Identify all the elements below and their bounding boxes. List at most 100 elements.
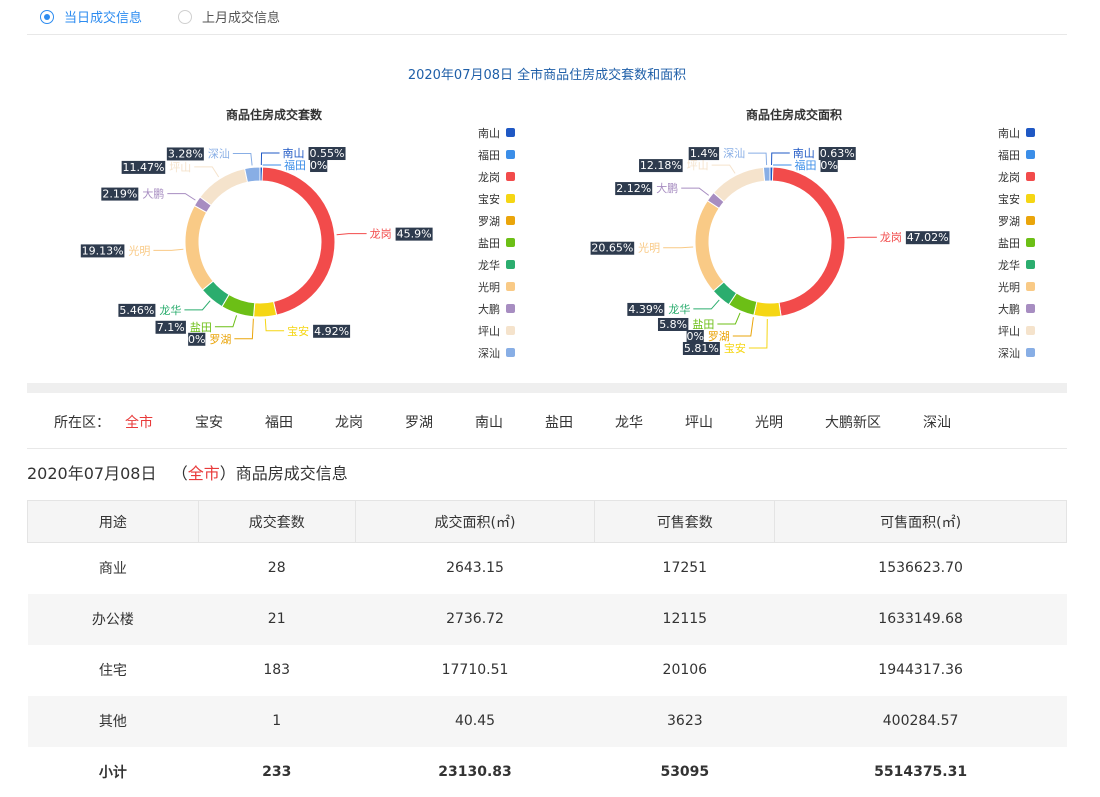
district-item-all[interactable]: 全市 bbox=[125, 412, 153, 432]
chart-title: 商品住房成交套数 bbox=[226, 107, 323, 122]
tab-last-month[interactable]: 上月成交信息 bbox=[178, 7, 280, 26]
legend-label: 宝安 bbox=[998, 192, 1020, 206]
district-item-yantian[interactable]: 盐田 bbox=[545, 412, 573, 432]
leader-line bbox=[711, 164, 736, 174]
district-item-shenshan[interactable]: 深汕 bbox=[923, 412, 951, 432]
table-cell: 其他 bbox=[27, 695, 199, 747]
slice-name-label: 罗湖 bbox=[708, 330, 730, 343]
legend-label: 罗湖 bbox=[998, 215, 1020, 228]
legend-swatch bbox=[1026, 150, 1035, 159]
slice-name-label: 大鹏 bbox=[656, 181, 678, 195]
pie-slice bbox=[771, 166, 846, 317]
legend-swatch bbox=[506, 304, 515, 313]
table-cell: 28 bbox=[267, 560, 286, 577]
legend-label: 福田 bbox=[478, 148, 500, 162]
table-cell: 1944317.36 bbox=[878, 662, 963, 678]
slice-name-label: 宝安 bbox=[724, 341, 746, 355]
table-cell: 小计 bbox=[98, 765, 127, 781]
radio-unchecked-icon bbox=[178, 9, 192, 24]
legend-swatch bbox=[1026, 238, 1035, 247]
legend-label: 罗湖 bbox=[478, 215, 500, 228]
legend-swatch bbox=[506, 326, 515, 335]
legend-label: 宝安 bbox=[478, 192, 500, 206]
info-open-paren: （ bbox=[171, 464, 188, 483]
table-cell: 400284.57 bbox=[774, 695, 1067, 747]
slice-name-label: 深汕 bbox=[723, 147, 745, 160]
slice-name-label: 盐田 bbox=[692, 318, 714, 331]
table-cell: 1 bbox=[198, 695, 356, 747]
col-header-deal-count: 成交套数 bbox=[197, 500, 356, 543]
legend-label: 光明 bbox=[478, 280, 500, 294]
legend-swatch bbox=[1026, 260, 1035, 269]
district-item-baoan[interactable]: 宝安 bbox=[195, 412, 223, 432]
legend-swatch bbox=[1026, 282, 1035, 291]
legend-swatch bbox=[506, 260, 515, 269]
table-cell: 商业 bbox=[98, 561, 127, 578]
pie-slice bbox=[199, 167, 249, 207]
district-item-luohu[interactable]: 罗湖 bbox=[405, 412, 433, 432]
legend-swatch bbox=[1026, 128, 1035, 137]
slice-value-label: 1.4% bbox=[690, 147, 718, 160]
pie-slice bbox=[753, 300, 782, 318]
district-item-guangming[interactable]: 光明 bbox=[755, 412, 783, 432]
pie-slice bbox=[762, 166, 771, 182]
legend-label: 龙岗 bbox=[478, 171, 500, 184]
section-divider bbox=[27, 383, 1067, 393]
table-row: 住宅 183 17710.51 20106 1944317.36 bbox=[28, 645, 1067, 696]
leader-line bbox=[336, 233, 367, 236]
district-item-nanshan[interactable]: 南山 bbox=[475, 412, 503, 432]
district-item-futian[interactable]: 福田 bbox=[265, 412, 293, 432]
slice-name-label: 大鹏 bbox=[142, 187, 164, 201]
pie-slice bbox=[712, 166, 766, 203]
table-cell: 21 bbox=[198, 593, 356, 645]
leader-line bbox=[234, 318, 254, 340]
slice-value-label: 4.92% bbox=[314, 325, 349, 338]
legend-label: 南山 bbox=[998, 127, 1020, 140]
slice-name-label: 坪山 bbox=[687, 159, 709, 172]
table-cell: 12115 bbox=[594, 593, 775, 645]
leader-line bbox=[748, 152, 768, 166]
district-item-longhua[interactable]: 龙华 bbox=[615, 412, 643, 432]
chart-title: 商品住房成交面积 bbox=[746, 107, 842, 122]
radio-checked-icon bbox=[40, 9, 54, 24]
legend-label: 盐田 bbox=[998, 237, 1020, 250]
table-cell: 17251 bbox=[662, 560, 708, 577]
legend-swatch bbox=[506, 150, 515, 159]
leader-line bbox=[771, 152, 790, 166]
col-header-use: 用途 bbox=[27, 500, 199, 543]
slice-name-label: 光明 bbox=[638, 241, 660, 255]
slice-value-label: 2.19% bbox=[102, 188, 137, 201]
legend-swatch bbox=[1026, 304, 1035, 313]
district-item-dapeng[interactable]: 大鹏新区 bbox=[825, 412, 881, 432]
col-header-deal-area: 成交面积(㎡) bbox=[354, 500, 596, 543]
slice-name-label: 龙华 bbox=[159, 303, 181, 317]
slice-value-label: 47.02% bbox=[907, 231, 949, 244]
table-cell: 3623 bbox=[594, 695, 775, 747]
district-item-pingshan[interactable]: 坪山 bbox=[685, 412, 713, 432]
col-header-available-count: 可售套数 bbox=[594, 500, 776, 543]
leader-line bbox=[846, 236, 877, 239]
table-cell: 2736.72 bbox=[355, 593, 595, 645]
leader-line bbox=[167, 193, 196, 201]
district-item-longgang[interactable]: 龙岗 bbox=[335, 412, 363, 432]
tab-today-label: 当日成交信息 bbox=[64, 11, 143, 26]
slice-name-label: 罗湖 bbox=[209, 333, 231, 346]
legend-label: 大鹏 bbox=[478, 302, 500, 316]
legend-label: 坪山 bbox=[998, 325, 1020, 338]
legend-label: 坪山 bbox=[478, 325, 500, 338]
info-district: 全市 bbox=[187, 464, 220, 483]
legend-swatch bbox=[506, 128, 515, 137]
legend-label: 盐田 bbox=[478, 237, 500, 250]
legend-swatch bbox=[506, 172, 515, 181]
info-suffix: ）商品房成交信息 bbox=[219, 464, 348, 483]
leader-line bbox=[153, 248, 184, 251]
slice-name-label: 宝安 bbox=[287, 324, 309, 338]
leader-line bbox=[732, 317, 754, 337]
legend-swatch bbox=[1026, 172, 1035, 181]
legend-swatch bbox=[1026, 194, 1035, 203]
leader-line bbox=[663, 246, 694, 249]
tab-today[interactable]: 当日成交信息 bbox=[40, 7, 142, 26]
slice-name-label: 深汕 bbox=[208, 147, 230, 160]
leader-line bbox=[717, 312, 741, 325]
pie-slice bbox=[261, 166, 336, 316]
